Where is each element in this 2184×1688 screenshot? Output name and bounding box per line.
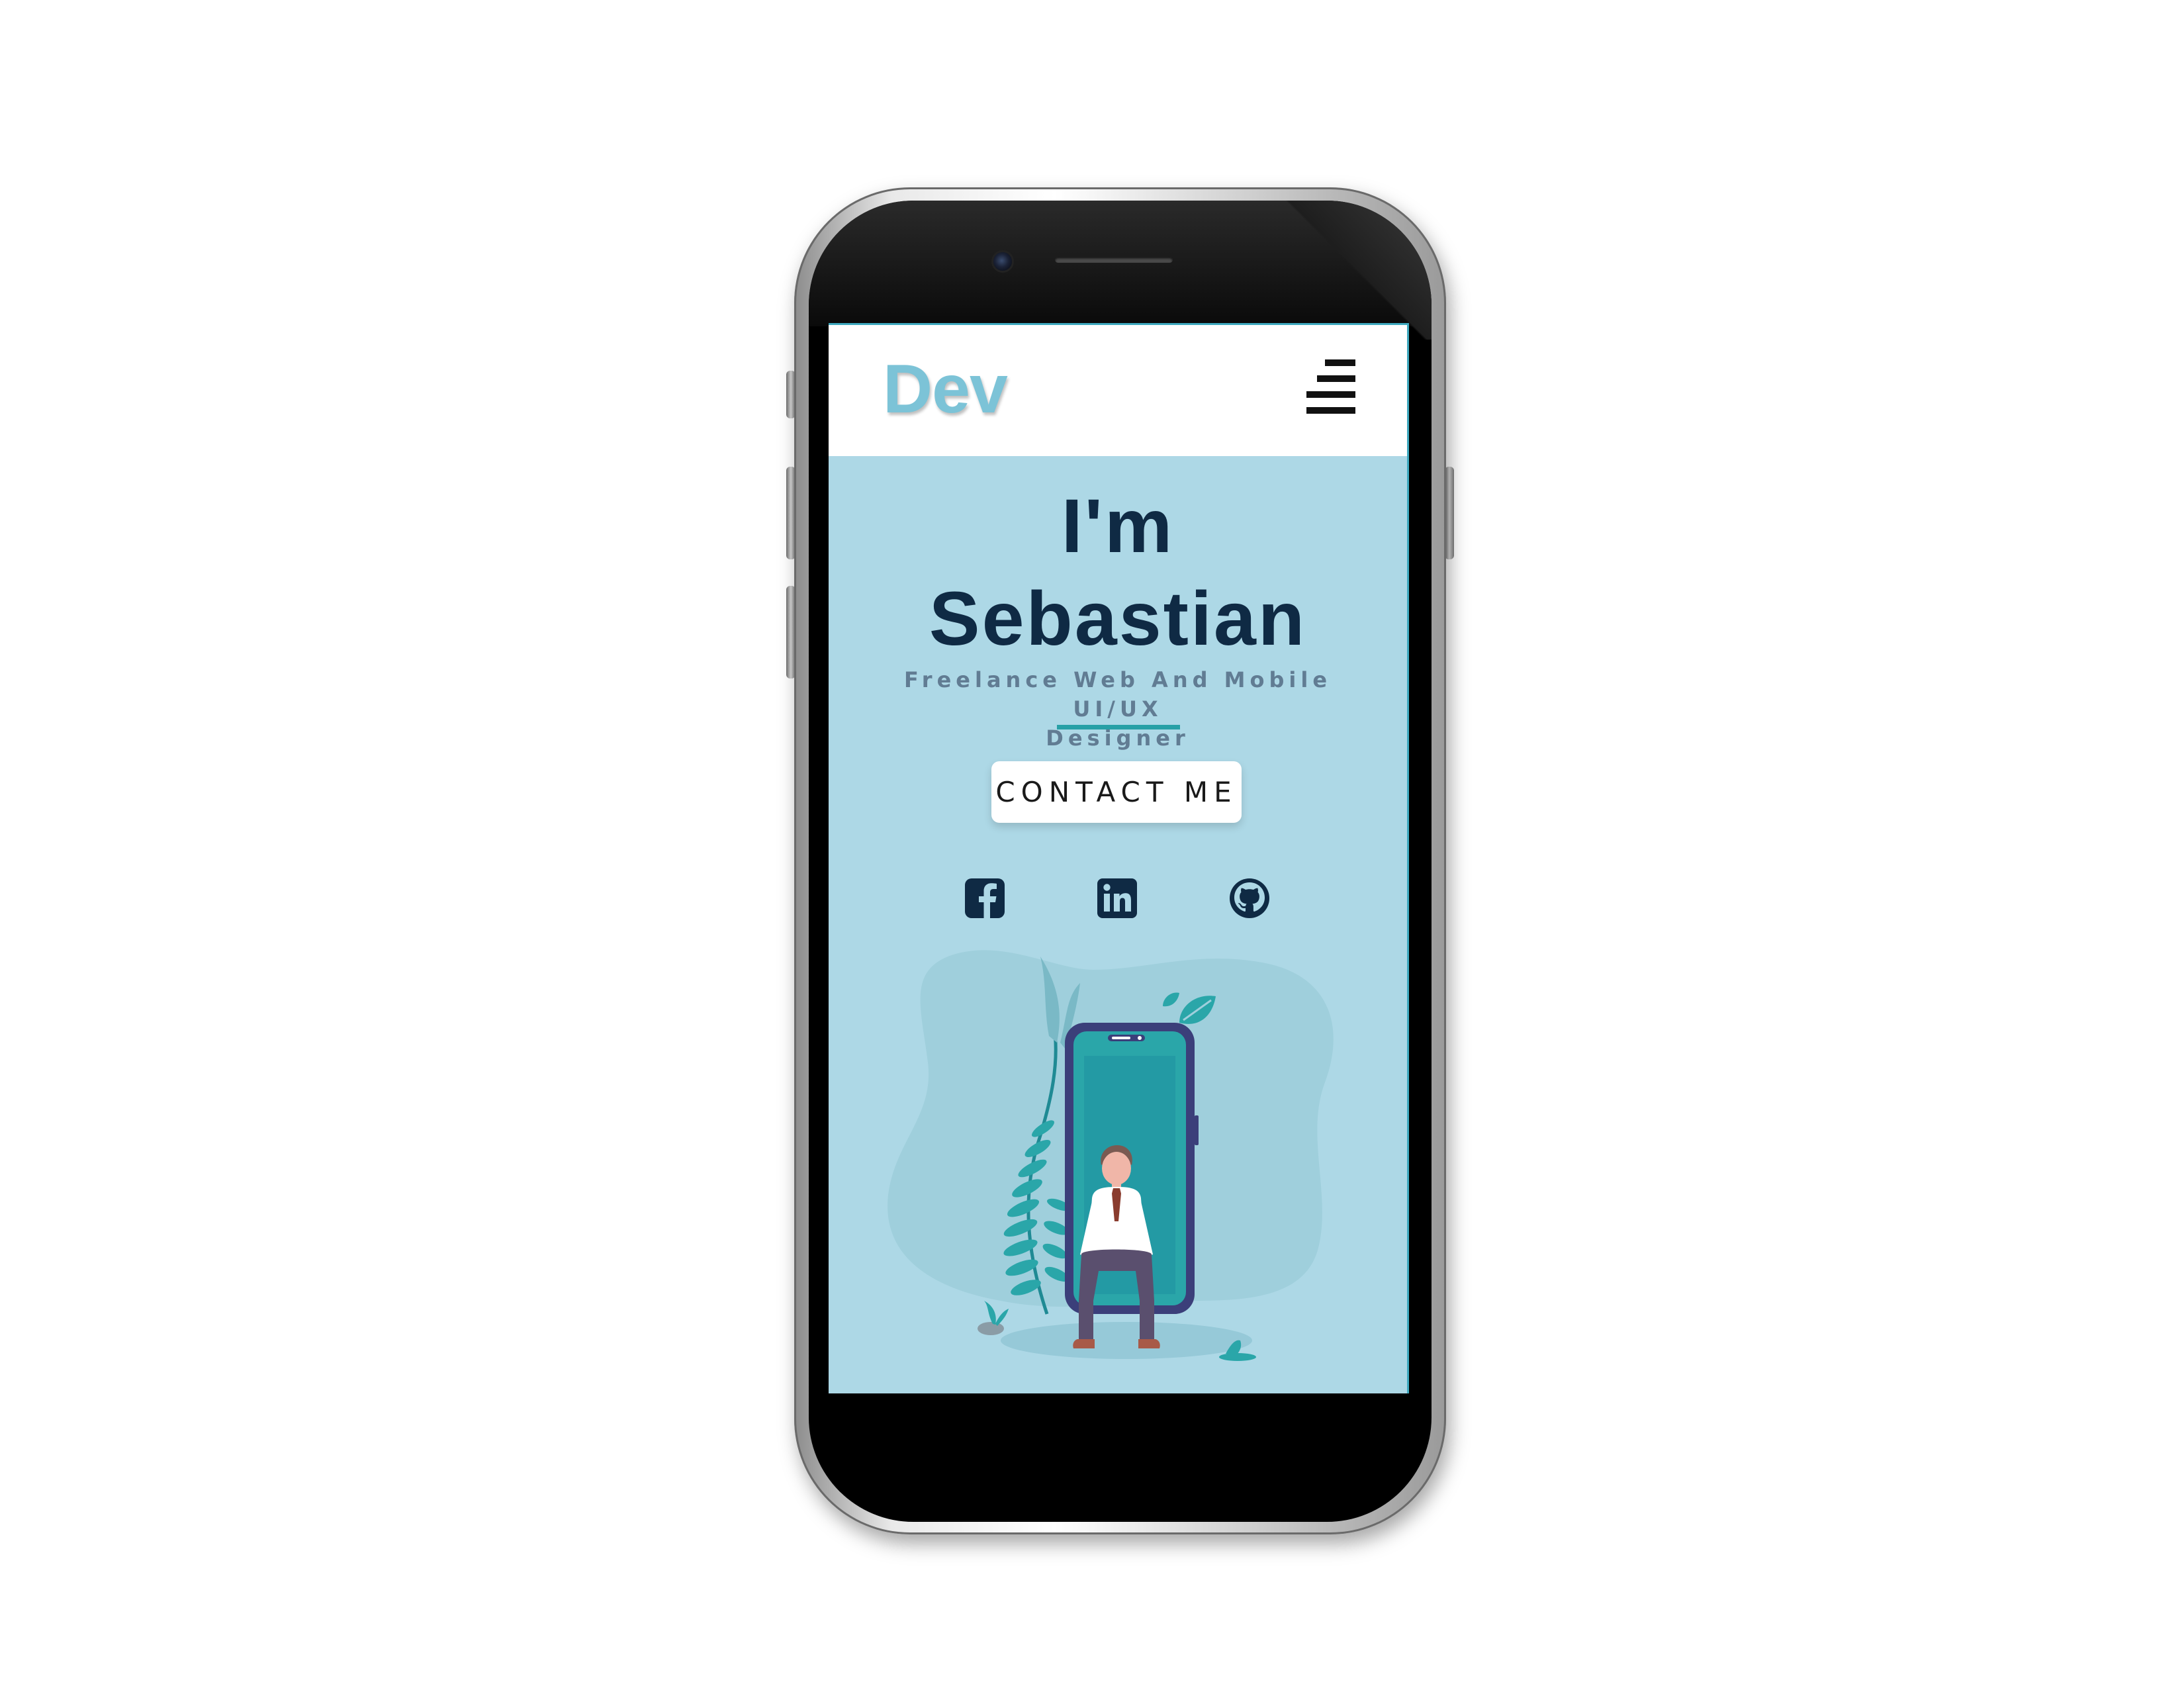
hero-illustration [868, 943, 1385, 1393]
hamburger-menu-button[interactable] [1306, 359, 1355, 415]
phone-screen: Dev I'm Sebastian Freelance Web And Mobi… [829, 323, 1409, 1393]
navbar: Dev [829, 323, 1407, 456]
glass-reflection [1253, 201, 1432, 340]
menu-bar-1 [1325, 359, 1355, 366]
hero-name: Sebastian [929, 577, 1307, 661]
power-button [1445, 467, 1454, 559]
mockup-stage: Dev I'm Sebastian Freelance Web And Mobi… [0, 0, 2184, 1688]
menu-bar-4 [1306, 407, 1355, 414]
github-icon[interactable] [1228, 877, 1271, 919]
subtitle-line-1: Freelance Web And Mobile UI/UX [903, 667, 1332, 722]
contact-me-button[interactable]: CONTACT ME [991, 761, 1242, 823]
facebook-icon[interactable] [964, 877, 1006, 919]
hero-subtitle: Freelance Web And Mobile UI/UX Designer [868, 665, 1367, 753]
logo[interactable]: Dev [883, 350, 1008, 429]
earpiece-speaker [1055, 257, 1173, 263]
front-camera-icon [991, 250, 1014, 273]
subtitle-underline [1057, 725, 1180, 729]
menu-bar-2 [1317, 375, 1355, 382]
linkedin-icon[interactable] [1096, 877, 1138, 919]
menu-bar-3 [1306, 391, 1355, 398]
hero-greeting: I'm [1061, 484, 1175, 569]
